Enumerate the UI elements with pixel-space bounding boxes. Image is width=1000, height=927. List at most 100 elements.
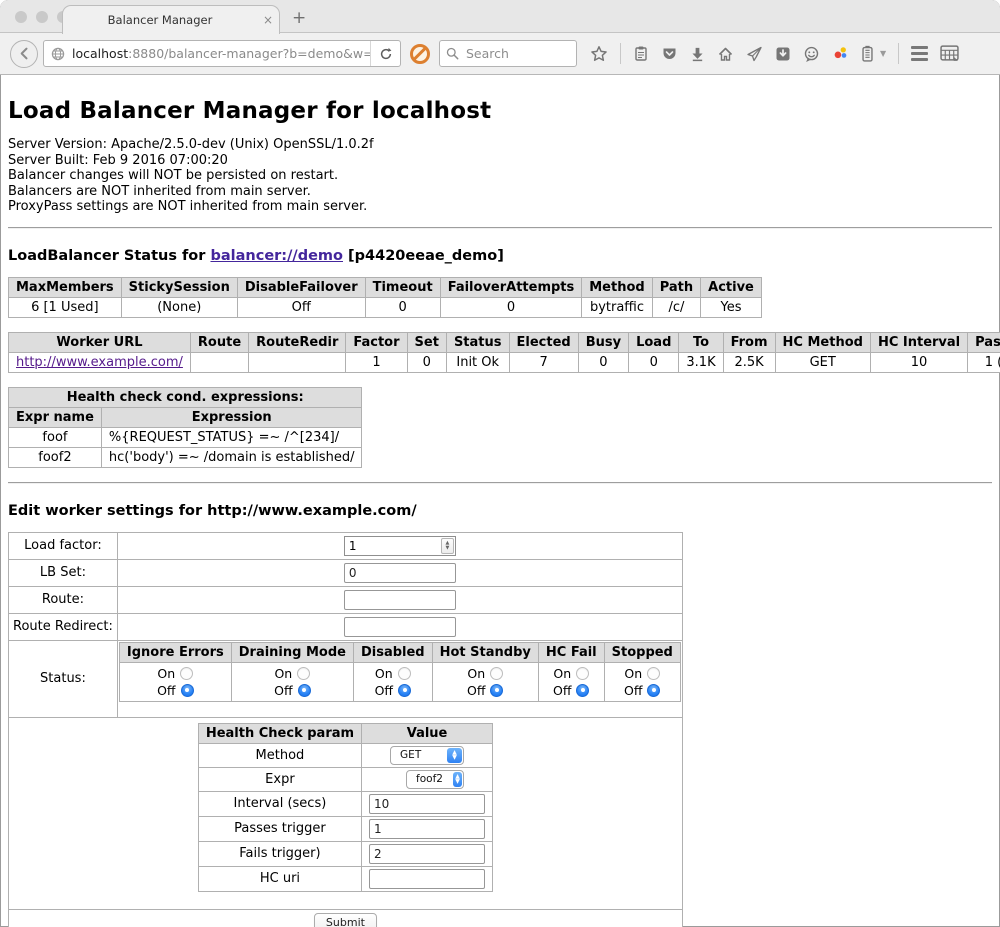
select-arrows-icon: ▲▼ — [453, 772, 462, 787]
balancer-status-heading: LoadBalancer Status for balancer://demo … — [8, 248, 992, 264]
route-redirect-cell — [117, 613, 682, 640]
header-cell: Factor — [346, 332, 407, 352]
route-input[interactable] — [344, 590, 456, 610]
status-cell-ignore-errors: On Off — [119, 662, 231, 701]
overflow-caret-icon[interactable]: ▼ — [880, 49, 886, 58]
status-cell-hc-fail: On Off — [538, 662, 604, 701]
download-arrow-icon[interactable] — [690, 46, 705, 62]
balancer-demo-link[interactable]: balancer://demo — [210, 248, 343, 264]
close-window-button[interactable] — [15, 11, 27, 23]
header-cell: Draining Mode — [231, 642, 353, 662]
colored-dots-extension-icon[interactable] — [832, 45, 849, 62]
submit-button[interactable]: Submit — [314, 913, 377, 927]
minimize-window-button[interactable] — [36, 11, 48, 23]
interval-input[interactable] — [369, 794, 485, 814]
header-cell: Disabled — [353, 642, 432, 662]
hc-fail-off-radio[interactable] — [576, 684, 589, 697]
tab-strip: Balancer Manager × + — [0, 0, 1000, 33]
tab-title: Balancer Manager — [63, 13, 257, 27]
battery-device-icon[interactable] — [861, 45, 874, 62]
data-cell: 0 — [440, 297, 582, 317]
proxypass-notice: ProxyPass settings are NOT inherited fro… — [8, 199, 992, 215]
data-cell: 0 — [407, 352, 446, 372]
table-header-row: Health Check param Value — [198, 723, 492, 743]
header-cell: Value — [362, 723, 493, 743]
toolbar-separator — [898, 43, 899, 64]
header-cell: Worker URL — [9, 332, 191, 352]
tab-balancer-manager[interactable]: Balancer Manager × — [62, 5, 280, 34]
fails-label: Fails trigger) — [198, 841, 361, 866]
bookmark-star-icon[interactable] — [590, 45, 608, 63]
stopped-on-radio[interactable] — [647, 667, 660, 680]
back-button[interactable] — [10, 40, 38, 68]
hot-standby-on-radio[interactable] — [490, 667, 503, 680]
submit-cell: Submit — [9, 909, 683, 927]
worker-url-link[interactable]: http://www.example.com/ — [16, 355, 183, 370]
worker-row: http://www.example.com/ 1 0 Init Ok 7 0 … — [9, 352, 1000, 372]
table-title-row: Health check cond. expressions: — [9, 387, 362, 407]
new-tab-button[interactable]: + — [292, 8, 306, 28]
lb-set-input[interactable] — [344, 563, 456, 583]
ignore-errors-off-radio[interactable] — [181, 684, 194, 697]
passes-input[interactable] — [369, 819, 485, 839]
hc-row-method: Method GET▲▼ — [198, 743, 492, 767]
data-cell: (None) — [121, 297, 237, 317]
header-cell: Timeout — [365, 277, 440, 297]
reload-button[interactable] — [370, 41, 400, 66]
pocket-icon[interactable] — [661, 46, 678, 62]
header-cell: Status — [446, 332, 509, 352]
form-row-lb-set: LB Set: — [9, 559, 683, 586]
form-row-health-check: Health Check param Value Method GET▲▼ Ex… — [9, 717, 683, 909]
persist-notice: Balancer changes will NOT be persisted o… — [8, 168, 992, 184]
method-select[interactable]: GET▲▼ — [390, 746, 464, 765]
header-cell: Busy — [578, 332, 628, 352]
status-cell-draining-mode: On Off — [231, 662, 353, 701]
header-cell: From — [723, 332, 775, 352]
url-bar[interactable]: localhost:8880/balancer-manager?b=demo&w… — [43, 40, 401, 67]
table-row: 6 [1 Used] (None) Off 0 0 bytraffic /c/ … — [9, 297, 762, 317]
expr-select[interactable]: foof2▲▼ — [406, 770, 464, 789]
download-box-icon[interactable] — [775, 46, 791, 62]
radio-on-label: On — [624, 665, 642, 682]
hc-fail-on-radio[interactable] — [576, 667, 589, 680]
grid-panel-icon[interactable] — [940, 45, 959, 62]
chat-smiley-icon[interactable] — [803, 46, 820, 62]
site-identity-globe-icon[interactable] — [51, 47, 65, 61]
route-redirect-input[interactable] — [344, 617, 456, 637]
passes-label: Passes trigger — [198, 816, 361, 841]
data-cell: 3.1K — [679, 352, 723, 372]
hc-row-fails: Fails trigger) — [198, 841, 492, 866]
clipboard-icon[interactable] — [633, 45, 649, 62]
data-cell: Off — [237, 297, 365, 317]
send-plane-icon[interactable] — [746, 46, 763, 62]
url-text[interactable]: localhost:8880/balancer-manager?b=demo&w… — [72, 46, 370, 61]
data-cell: 0 — [629, 352, 679, 372]
balancer-status-table: MaxMembers StickySession DisableFailover… — [8, 277, 762, 318]
radio-off-label: Off — [375, 682, 393, 699]
worker-status-table: Worker URL Route RouteRedir Factor Set S… — [8, 332, 1000, 373]
window-controls[interactable] — [15, 11, 69, 23]
disabled-on-radio[interactable] — [398, 667, 411, 680]
form-row-status: Status: Ignore Errors Draining Mode Disa… — [9, 640, 683, 717]
header-cell: Method — [582, 277, 652, 297]
hot-standby-off-radio[interactable] — [490, 684, 503, 697]
ignore-errors-on-radio[interactable] — [180, 667, 193, 680]
menu-hamburger-icon[interactable] — [911, 46, 928, 61]
fails-input[interactable] — [369, 844, 485, 864]
load-factor-input[interactable]: 1 ▲▼ — [344, 536, 456, 556]
disabled-off-radio[interactable] — [398, 684, 411, 697]
home-icon[interactable] — [717, 46, 734, 62]
search-input[interactable] — [464, 45, 554, 62]
radio-off-label: Off — [157, 682, 175, 699]
content-blocker-icon[interactable] — [410, 44, 430, 64]
draining-mode-on-radio[interactable] — [297, 667, 310, 680]
number-stepper-icon[interactable]: ▲▼ — [441, 538, 454, 554]
hc-uri-input[interactable] — [369, 869, 485, 889]
tab-close-icon[interactable]: × — [257, 13, 279, 27]
stopped-off-radio[interactable] — [647, 684, 660, 697]
table-title: Health check cond. expressions: — [9, 387, 362, 407]
hc-row-interval: Interval (secs) — [198, 791, 492, 816]
hc-row-hc-uri: HC uri — [198, 866, 492, 891]
search-bar[interactable] — [439, 40, 577, 67]
draining-mode-off-radio[interactable] — [298, 684, 311, 697]
